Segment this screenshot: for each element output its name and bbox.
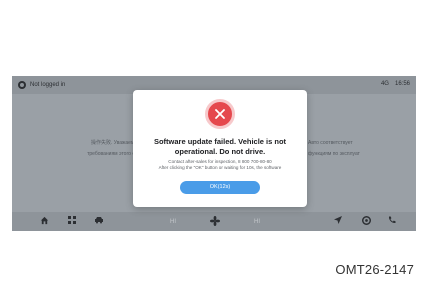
close-icon [205, 99, 235, 129]
car-icon[interactable] [94, 216, 104, 227]
update-failed-dialog: Software update failed. Vehicle is not o… [133, 90, 307, 207]
clock: 16:56 [394, 81, 410, 87]
dialog-message: Contact after-sales for inspection, 8 80… [143, 159, 297, 171]
home-icon[interactable] [40, 216, 49, 228]
login-status-label: Not logged in [30, 82, 66, 88]
navigation-icon[interactable] [334, 216, 342, 227]
user-icon [18, 81, 26, 89]
ok-button[interactable]: OK(12s) [180, 181, 260, 194]
background-line: требованиям этого об [87, 151, 138, 157]
temp-right[interactable]: HI [254, 217, 260, 227]
background-notice-right: Авто соответствует функциям по эксплуат [308, 138, 398, 160]
signal-indicator: 4G [380, 81, 389, 87]
phone-icon[interactable] [388, 216, 396, 227]
bottom-dock: HI HI [12, 212, 416, 231]
background-notice-left: 操作失败. Уважаемы требованиям этого об [58, 138, 138, 160]
dialog-title: Software update failed. Vehicle is not o… [153, 137, 287, 156]
status-indicators: 4G 16:56 [381, 81, 410, 87]
temp-left[interactable]: HI [170, 217, 176, 227]
media-icon[interactable] [362, 216, 371, 228]
dialog-message-line: After clicking the "OK" button or waitin… [158, 165, 282, 170]
background-line: Авто соответствует [308, 140, 353, 146]
background-line: 操作失败. Уважаемы [91, 140, 138, 146]
background-line: функциям по эксплуат [308, 151, 360, 157]
apps-icon[interactable] [68, 216, 76, 227]
fan-icon[interactable] [210, 216, 220, 229]
figure-code: OMT26-2147 [335, 262, 414, 277]
login-status[interactable]: Not logged in [18, 81, 65, 89]
